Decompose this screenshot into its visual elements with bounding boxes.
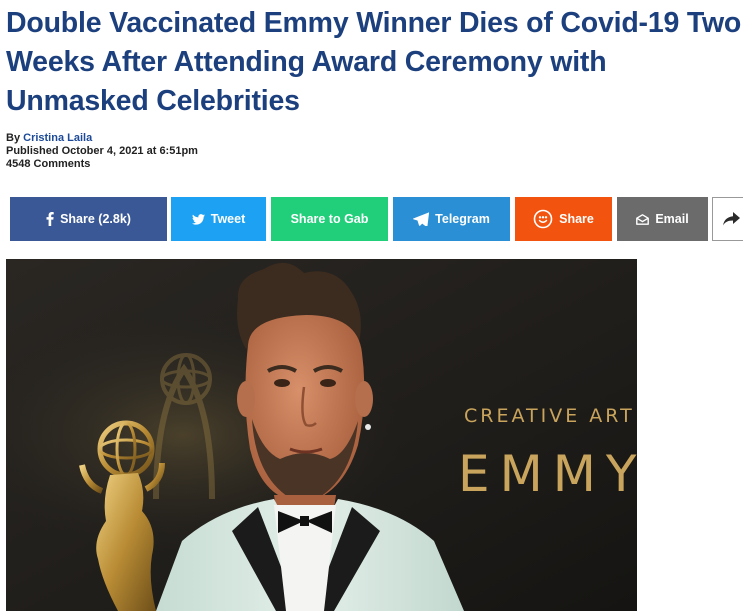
byline-prefix: By — [6, 132, 21, 144]
telegram-label: Telegram — [435, 212, 490, 226]
backdrop-text-creative-arts: CREATIVE ART — [464, 405, 635, 427]
telegram-share-button[interactable]: Telegram — [393, 197, 510, 241]
twitter-icon — [191, 213, 205, 225]
email-share-button[interactable]: Email — [617, 197, 708, 241]
facebook-share-label: Share (2.8k) — [60, 212, 131, 226]
article-headline: Double Vaccinated Emmy Winner Dies of Co… — [6, 7, 742, 117]
telegram-icon — [413, 212, 430, 226]
share-bar: Share (2.8k) Tweet Share to Gab Telegram… — [0, 197, 743, 241]
facebook-share-button[interactable]: Share (2.8k) — [10, 197, 167, 241]
article-photo: CREATIVE ART EMMYS — [6, 259, 637, 611]
tweet-label: Tweet — [210, 212, 246, 226]
facebook-icon — [46, 212, 54, 226]
comment-count[interactable]: 4548 Comments — [6, 158, 198, 171]
envelope-icon — [636, 213, 650, 225]
article-meta: By Cristina Laila Published October 4, 2… — [6, 132, 198, 171]
mewe-icon — [533, 209, 553, 229]
email-label: Email — [655, 212, 689, 226]
gab-share-label: Share to Gab — [290, 212, 369, 226]
backdrop-text-emmys: EMMYS — [458, 445, 637, 503]
more-share-button[interactable] — [712, 197, 743, 241]
share-arrow-icon — [723, 212, 740, 226]
publish-date: Published October 4, 2021 at 6:51pm — [6, 145, 198, 157]
gab-share-button[interactable]: Share to Gab — [271, 197, 388, 241]
mewe-share-label: Share — [559, 212, 594, 226]
byline: By Cristina Laila — [6, 132, 198, 145]
mewe-share-button[interactable]: Share — [515, 197, 612, 241]
author-link[interactable]: Cristina Laila — [23, 132, 92, 144]
tweet-button[interactable]: Tweet — [171, 197, 266, 241]
